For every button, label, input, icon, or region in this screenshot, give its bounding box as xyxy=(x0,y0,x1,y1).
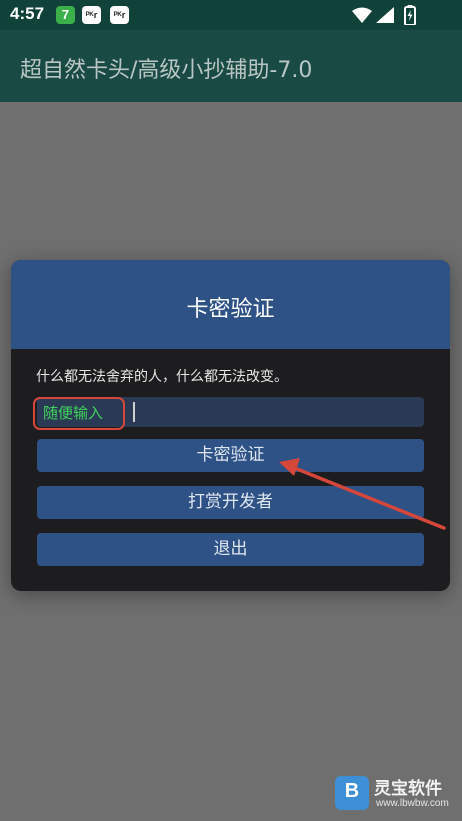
watermark-logo-letter: B xyxy=(344,780,360,802)
watermark-logo: B xyxy=(335,776,369,810)
annotation-arrow-icon xyxy=(279,458,446,530)
watermark-name: 灵宝软件 xyxy=(374,779,442,799)
watermark-url: www.lbwbw.com xyxy=(376,798,449,809)
